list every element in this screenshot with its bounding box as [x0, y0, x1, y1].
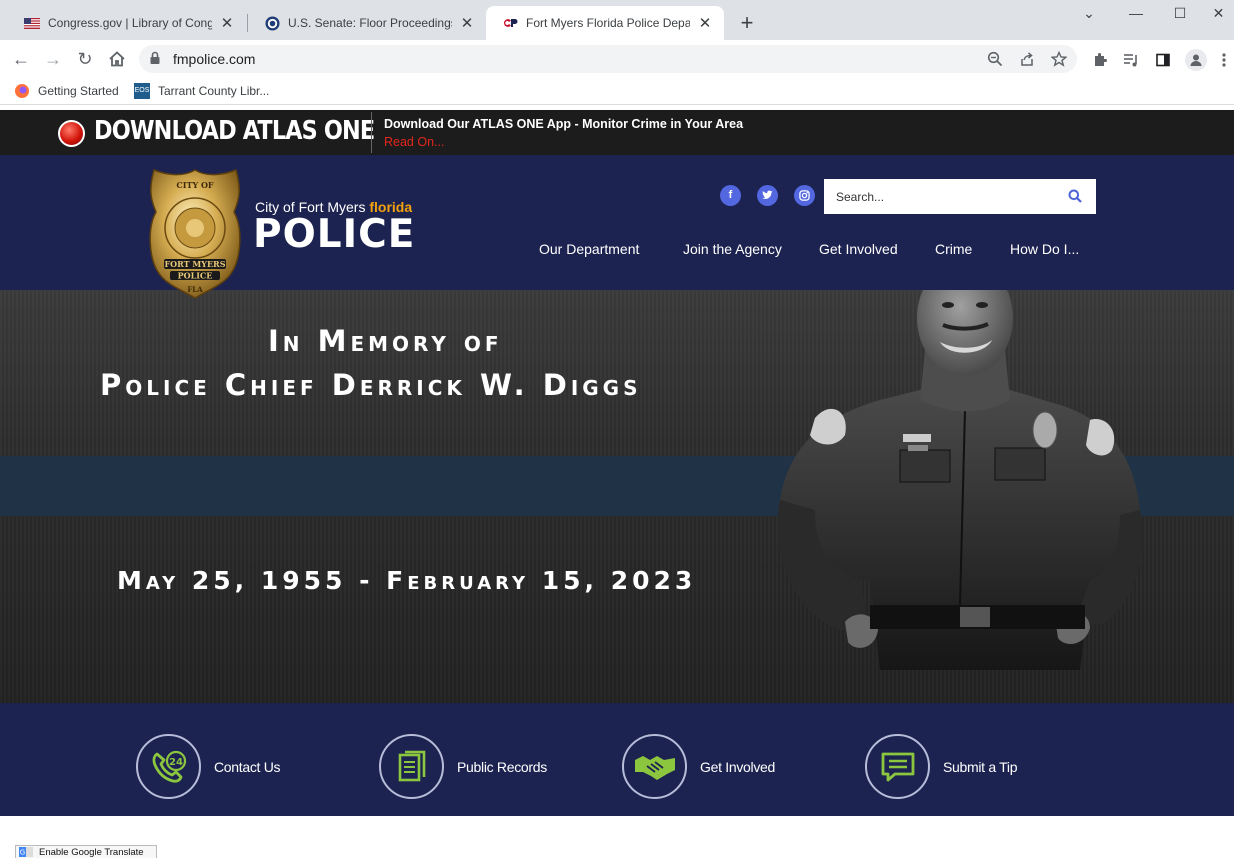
tab-title: Fort Myers Florida Police Department	[526, 16, 690, 30]
profile-avatar-icon[interactable]	[1185, 49, 1207, 71]
quick-link-label: Submit a Tip	[943, 758, 1018, 775]
tab-senate[interactable]: U.S. Senate: Floor Proceedings ✕	[248, 6, 486, 40]
badge-bottom-text: POLICE	[178, 271, 213, 281]
bookmark-tarrant-county[interactable]: EOS Tarrant County Libr...	[134, 83, 269, 99]
extensions-icon[interactable]	[1090, 50, 1110, 70]
phone-24-icon: 24	[136, 734, 201, 799]
quick-links-bar: 24 Contact Us Public Records Get Involve…	[0, 703, 1234, 816]
police-badge-logo[interactable]: CITY OF FORT MYERS POLICE FLA	[148, 168, 242, 300]
senate-seal-icon	[264, 15, 280, 31]
page-content-area	[0, 816, 1234, 858]
chat-icon	[865, 734, 930, 799]
home-button[interactable]	[105, 48, 129, 70]
firefox-icon	[15, 84, 29, 98]
tab-title: U.S. Senate: Floor Proceedings	[288, 16, 452, 30]
quick-link-label: Get Involved	[700, 758, 775, 775]
minimize-button[interactable]: —	[1114, 0, 1158, 28]
memorial-hero-banner: In Memory of Police Chief Derrick W. Dig…	[0, 290, 1234, 703]
search-input[interactable]	[824, 179, 1064, 214]
svg-text:G: G	[20, 849, 25, 857]
tab-title: Congress.gov | Library of Congress	[48, 16, 212, 30]
chrome-menu-icon[interactable]	[1218, 50, 1230, 70]
document-icon	[379, 734, 444, 799]
forward-button[interactable]: →	[41, 48, 65, 70]
tab-search-chevron-icon[interactable]: ⌄	[1067, 0, 1111, 28]
twitter-icon[interactable]	[757, 185, 778, 206]
close-tab-icon[interactable]: ✕	[458, 14, 476, 32]
nav-how-do-i[interactable]: How Do I...	[1010, 241, 1079, 257]
close-tab-icon[interactable]: ✕	[696, 14, 714, 32]
google-translate-button[interactable]: G Enable Google Translate	[15, 845, 157, 858]
atlas-one-banner[interactable]: DOWNLOAD ATLAS ONE Download Our ATLAS ON…	[0, 110, 1234, 155]
memorial-dates: May 25, 1955 - February 15, 2023	[117, 566, 697, 595]
browser-toolbar: ← → ↻ fmpolice.com	[0, 40, 1234, 78]
nav-join-the-agency[interactable]: Join the Agency	[683, 241, 782, 257]
memorial-name: Police Chief Derrick W. Diggs	[100, 368, 642, 402]
nav-get-involved[interactable]: Get Involved	[819, 241, 898, 257]
svg-text:24: 24	[169, 757, 183, 768]
share-icon[interactable]	[1018, 50, 1036, 68]
nav-our-department[interactable]: Our Department	[539, 241, 639, 257]
quick-link-get-involved[interactable]: Get Involved	[622, 734, 775, 799]
close-window-button[interactable]: ✕	[1203, 0, 1234, 28]
bookmark-label: Getting Started	[38, 84, 119, 98]
home-icon	[109, 51, 125, 67]
bookmarks-bar: Getting Started EOS Tarrant County Libr.…	[0, 78, 1234, 105]
site-search[interactable]	[824, 179, 1096, 214]
facebook-icon[interactable]: f	[720, 185, 741, 206]
badge-top-text: CITY OF	[176, 180, 214, 190]
quick-link-public-records[interactable]: Public Records	[379, 734, 547, 799]
library-icon: EOS	[134, 83, 150, 99]
tab-fmpolice[interactable]: Fort Myers Florida Police Department ✕	[486, 6, 724, 40]
translate-label: Enable Google Translate	[39, 846, 144, 858]
logo-police-text[interactable]: POLICE	[253, 212, 415, 257]
quick-link-label: Public Records	[457, 758, 547, 775]
zoom-icon[interactable]	[986, 50, 1004, 68]
nav-crime[interactable]: Crime	[935, 241, 972, 257]
quick-link-contact-us[interactable]: 24 Contact Us	[136, 734, 281, 799]
atlas-one-title: DOWNLOAD ATLAS ONE	[94, 116, 375, 146]
divider	[371, 112, 372, 153]
close-tab-icon[interactable]: ✕	[218, 14, 236, 32]
bookmark-getting-started[interactable]: Getting Started	[14, 83, 119, 99]
lock-icon	[149, 51, 161, 68]
atlas-headline: Download Our ATLAS ONE App - Monitor Cri…	[384, 117, 744, 131]
fmpd-favicon-icon	[502, 15, 518, 31]
media-controls-icon[interactable]	[1121, 50, 1141, 70]
badge-mid-text: FORT MYERS	[165, 259, 226, 269]
police-chief-portrait	[777, 290, 1143, 670]
address-bar[interactable]: fmpolice.com	[139, 45, 1077, 73]
side-panel-icon[interactable]	[1153, 50, 1173, 70]
instagram-icon[interactable]	[794, 185, 815, 206]
reload-button[interactable]: ↻	[73, 48, 97, 70]
google-translate-icon: G	[19, 847, 33, 857]
bookmark-label: Tarrant County Libr...	[158, 84, 270, 98]
back-button[interactable]: ←	[9, 48, 33, 70]
atlas-one-logo-icon	[58, 120, 85, 147]
search-icon[interactable]	[1068, 189, 1082, 206]
badge-fla-text: FLA	[187, 285, 203, 294]
bookmark-star-icon[interactable]	[1050, 50, 1068, 68]
quick-link-submit-a-tip[interactable]: Submit a Tip	[865, 734, 1018, 799]
handshake-icon	[622, 734, 687, 799]
memorial-heading: In Memory of	[268, 324, 503, 358]
url-text: fmpolice.com	[173, 51, 256, 67]
tab-congress[interactable]: Congress.gov | Library of Congress ✕	[8, 6, 246, 40]
new-tab-button[interactable]: +	[735, 9, 759, 37]
us-flag-icon	[24, 15, 40, 31]
quick-link-label: Contact Us	[214, 758, 281, 775]
maximize-button[interactable]: ☐	[1158, 0, 1202, 28]
read-on-link[interactable]: Read On...	[384, 135, 444, 149]
browser-tabstrip: Congress.gov | Library of Congress ✕ U.S…	[0, 0, 1234, 40]
